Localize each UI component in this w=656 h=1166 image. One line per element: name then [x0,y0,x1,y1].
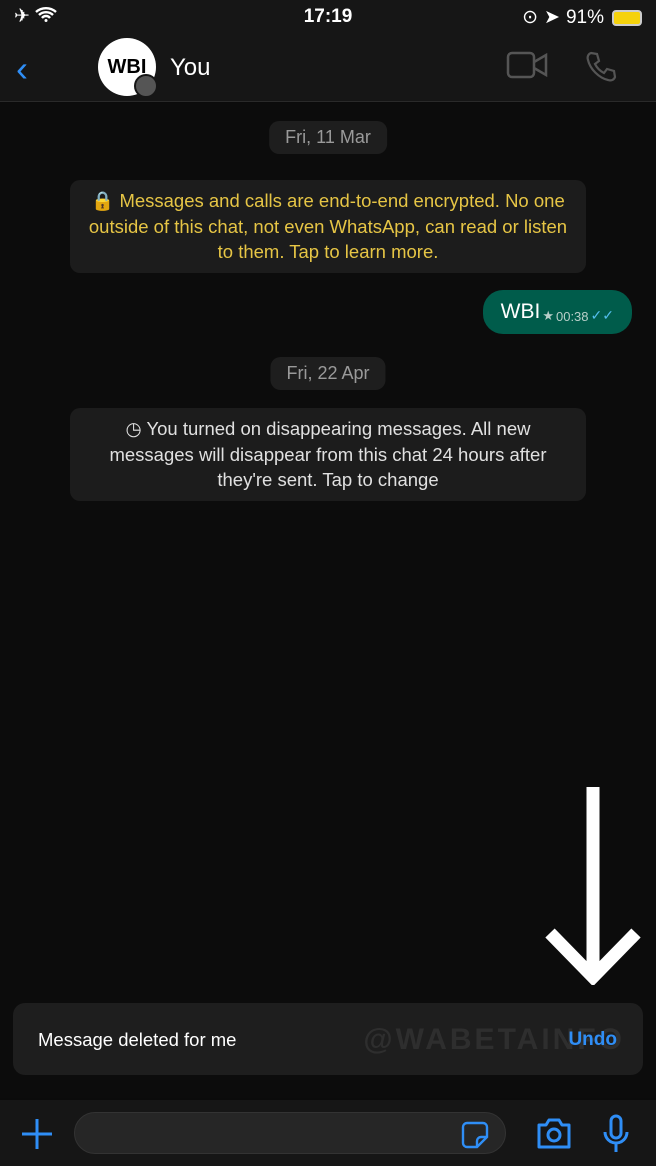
rotation-lock-icon: ⊙ [522,7,539,28]
message-time: 00:38 [555,309,589,324]
message-text: WBI [500,300,541,323]
composer-bar [0,1100,656,1166]
arrow-annotation-icon [545,787,641,985]
chat-area[interactable]: Fri, 11 Mar 🔒 Messages and calls are end… [0,103,656,1098]
date-separator: Fri, 22 Apr [270,357,386,390]
status-bar: ✈ 17:19 ⊙ ➤ 91% [0,0,656,34]
timer-icon: ◷ [125,418,142,439]
toast-message: Message deleted for me [38,1029,237,1050]
lock-icon: 🔒 [91,190,115,211]
microphone-icon[interactable] [602,1114,630,1154]
location-icon: ➤ [544,7,560,28]
avatar[interactable]: WBI [98,38,158,98]
outgoing-message[interactable]: WBI ★ 00:38 ✓✓ [482,290,632,334]
star-icon: ★ [542,308,554,323]
read-ticks-icon: ✓✓ [590,307,614,323]
battery-percent: 91% [565,6,604,28]
chat-header: ‹ WBI You [0,34,656,102]
disappearing-timer-icon [134,74,158,98]
video-call-icon[interactable] [506,50,548,80]
date-separator: Fri, 11 Mar [269,121,387,154]
plus-icon[interactable] [20,1117,54,1151]
battery-charging-icon [612,9,642,26]
sticker-icon[interactable] [461,1121,489,1149]
undo-button[interactable]: Undo [568,1029,617,1051]
voice-call-icon[interactable] [584,50,618,84]
disappearing-messages-notice[interactable]: ◷ You turned on disappearing messages. A… [70,408,586,501]
contact-name[interactable]: You [170,54,211,82]
encryption-notice[interactable]: 🔒 Messages and calls are end-to-end encr… [70,180,586,273]
back-button[interactable]: ‹ [16,48,28,90]
deleted-toast: @WABETAINFO Message deleted for me Undo [13,1003,643,1075]
camera-icon[interactable] [535,1116,573,1150]
message-input[interactable] [74,1112,506,1154]
